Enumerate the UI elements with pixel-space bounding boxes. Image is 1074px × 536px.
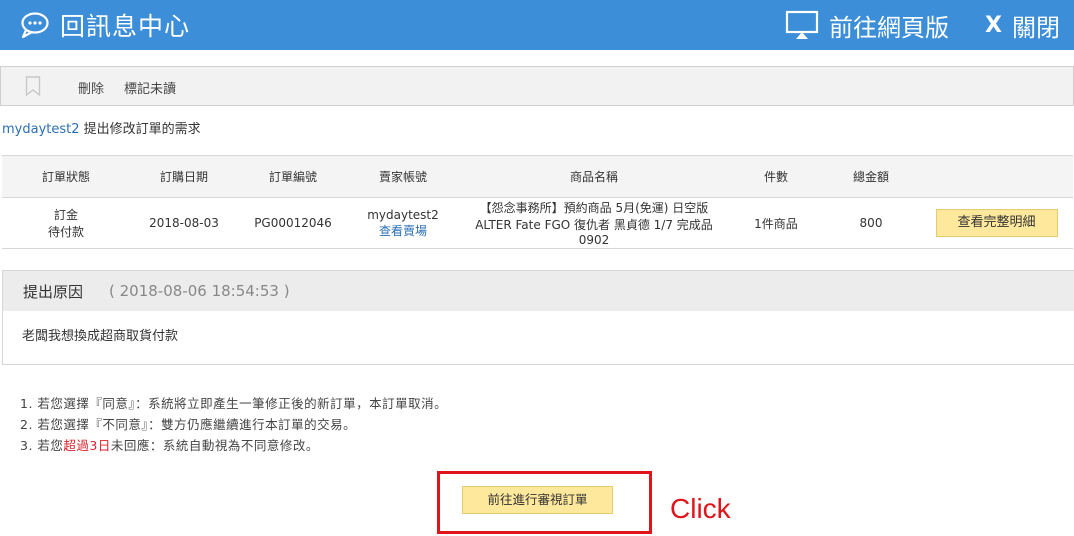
detail-cell: 查看完整明細: [920, 197, 1073, 249]
header-actions: 前往網頁版 X 關閉: [785, 0, 1060, 50]
product-name-link[interactable]: 【怨念事務所】預約商品 5月(免運) 日空版 ALTER Fate FGO 復仇…: [458, 197, 730, 249]
close-label: 關閉: [1012, 13, 1060, 42]
instruction-text: 未回應：系統自動視為不同意修改。: [110, 438, 319, 453]
product-name-line2: ALTER Fate FGO 復仇者 黑貞德 1/7 完成品 0902: [475, 218, 713, 247]
order-date-cell: 2018-08-03: [130, 197, 238, 249]
reason-body: 老闆我想換成超商取貨付款: [22, 329, 179, 344]
review-order-button[interactable]: 前往進行審視訂單: [462, 486, 613, 514]
delete-button[interactable]: 刪除: [78, 78, 104, 97]
mark-unread-button[interactable]: 標記未讀: [124, 78, 176, 97]
requester-username[interactable]: mydaytest2: [2, 122, 80, 137]
order-status-cell: 訂金 待付款: [2, 197, 130, 249]
total-amount-cell: 800: [822, 197, 920, 249]
close-button[interactable]: X 關閉: [985, 8, 1060, 43]
table-header-row: 訂單狀態 訂購日期 訂單編號 賣家帳號 商品名稱 件數 總金額: [2, 155, 1073, 198]
open-web-version-button[interactable]: 前往網頁版: [785, 8, 949, 43]
view-store-link[interactable]: 查看賣場: [349, 222, 457, 239]
instruction-text: 3. 若您: [20, 438, 64, 453]
reason-panel: 提出原因 ( 2018-08-06 18:54:53 ) 老闆我想換成超商取貨付…: [2, 270, 1074, 365]
product-name-line1: 【怨念事務所】預約商品 5月(免運) 日空版: [479, 201, 709, 215]
message-toolbar: 刪除 標記未讀: [0, 66, 1074, 106]
reason-timestamp: ( 2018-08-06 18:54:53 ): [109, 282, 290, 300]
seller-cell: mydaytest2 查看賣場: [348, 197, 458, 249]
column-header-status: 訂單狀態: [2, 155, 130, 198]
quantity-cell: 1件商品: [730, 197, 822, 249]
column-header-action: [920, 155, 1073, 198]
close-x-icon: X: [985, 12, 1002, 38]
seller-account: mydaytest2: [367, 207, 439, 222]
app-header: 回訊息中心 前往網頁版 X 關閉: [0, 0, 1074, 50]
header-title-group: 回訊息中心: [20, 0, 190, 50]
monitor-icon: [785, 10, 819, 39]
instruction-item: 1. 若您選擇『同意』：系統將立即產生一筆修正後的新訂單，本訂單取消。: [20, 396, 448, 411]
open-web-version-label: 前往網頁版: [829, 13, 950, 42]
chat-bubble-icon: [21, 12, 49, 39]
instruction-item: 3. 若您超過3日未回應：系統自動視為不同意修改。: [20, 435, 447, 456]
request-line: mydaytest2 提出修改訂單的需求: [2, 118, 201, 137]
bookmark-icon[interactable]: [25, 76, 41, 96]
order-status-pending: 待付款: [47, 225, 84, 239]
column-header-product: 商品名稱: [458, 155, 730, 198]
order-table: 訂單狀態 訂購日期 訂單編號 賣家帳號 商品名稱 件數 總金額 訂金 待付款 2…: [2, 155, 1073, 249]
header-title: 回訊息中心: [60, 12, 191, 41]
request-text: 提出修改訂單的需求: [83, 122, 201, 137]
highlight-text: 超過3日: [63, 438, 111, 453]
reason-header: 提出原因 ( 2018-08-06 18:54:53 ): [3, 271, 1074, 311]
column-header-total: 總金額: [822, 155, 920, 198]
instruction-item: 2. 若您選擇『不同意』：雙方仍應繼續進行本訂單的交易。: [20, 417, 357, 432]
view-full-details-button[interactable]: 查看完整明細: [935, 209, 1058, 237]
click-annotation: Click: [670, 493, 731, 524]
column-header-date: 訂購日期: [130, 155, 238, 198]
order-number-cell: PG00012046: [238, 197, 348, 249]
column-header-seller: 賣家帳號: [348, 155, 458, 198]
instructions-list: 1. 若您選擇『同意』：系統將立即產生一筆修正後的新訂單，本訂單取消。 2. 若…: [20, 393, 447, 456]
reason-heading: 提出原因: [23, 282, 84, 301]
order-status-deposit: 訂金: [53, 208, 78, 222]
column-header-order-no: 訂單編號: [238, 155, 348, 198]
column-header-qty: 件數: [730, 155, 822, 198]
table-row: 訂金 待付款 2018-08-03 PG00012046 mydaytest2 …: [2, 197, 1073, 249]
